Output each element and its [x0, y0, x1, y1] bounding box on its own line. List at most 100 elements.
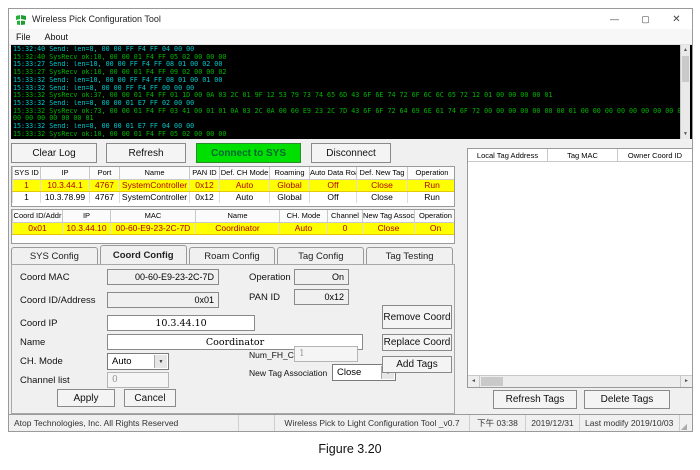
col-header[interactable]: MAC [110, 210, 196, 223]
table-cell: Auto [279, 222, 328, 235]
menu-about[interactable]: About [38, 32, 76, 42]
remove-coord-button[interactable]: Remove Coord [382, 305, 452, 329]
menu-bar: File About [9, 29, 692, 45]
coord-table: Coord ID/Addr IP MAC Name CH. Mode Chann… [11, 209, 455, 244]
coord-id-field[interactable]: 0x01 [107, 292, 219, 308]
apply-button[interactable]: Apply [57, 389, 115, 407]
scroll-left-icon[interactable]: ◄ [468, 376, 480, 387]
scroll-right-icon[interactable]: ► [680, 376, 692, 387]
col-header[interactable]: Port [89, 167, 120, 180]
table-cell: SystemController [119, 191, 190, 203]
log-console[interactable]: 15:32:40 Send: len=8, 00 00 FF F4 FF 04 … [11, 45, 692, 139]
clear-log-button[interactable]: Clear Log [11, 143, 97, 163]
col-header[interactable]: Local Tag Address [468, 149, 548, 161]
scrollbar-thumb[interactable] [682, 56, 689, 82]
table-cell: 0x01 [12, 222, 63, 235]
delete-tags-button[interactable]: Delete Tags [584, 390, 670, 409]
new-tag-association-label: New Tag Association [249, 368, 328, 378]
app-window: Wireless Pick Configuration Tool — ▢ ✕ F… [8, 8, 693, 432]
col-header[interactable]: Tag MAC [548, 149, 618, 161]
col-header[interactable]: IP [62, 210, 111, 223]
scrollbar-thumb[interactable] [481, 377, 503, 386]
app-logo-icon [15, 13, 27, 25]
col-header[interactable]: Name [195, 210, 280, 223]
pan-id-field[interactable]: 0x12 [294, 289, 349, 305]
close-button[interactable]: ✕ [661, 9, 692, 29]
table-cell: Run [407, 191, 454, 203]
operation-field[interactable]: On [294, 269, 349, 285]
log-line: 15:33:27 Send: len=10, 00 00 FF F4 FF 08… [13, 61, 223, 69]
col-header[interactable]: Def. CH Mode [219, 167, 270, 180]
tab-tag-testing[interactable]: Tag Testing [366, 247, 453, 264]
table-row[interactable]: 1 10.3.44.1 4767 SystemController 0x12 A… [12, 179, 454, 192]
col-header[interactable]: PAN ID [189, 167, 220, 180]
table-cell: Global [269, 191, 310, 203]
maximize-button[interactable]: ▢ [630, 9, 661, 29]
table-cell: 10.3.78.99 [40, 191, 90, 203]
chevron-down-icon[interactable]: ▼ [154, 355, 167, 368]
table-cell: SystemController [119, 179, 190, 192]
disconnect-button[interactable]: Disconnect [311, 143, 391, 163]
coord-ip-field[interactable]: 10.3.44.10 [107, 315, 255, 331]
ch-mode-label: CH. Mode [20, 356, 63, 367]
refresh-tags-button[interactable]: Refresh Tags [493, 390, 577, 409]
table-cell: 4767 [89, 179, 120, 192]
table-cell: 1 [12, 179, 41, 192]
col-header[interactable]: New Tag Assoc [362, 210, 415, 223]
coord-mac-field[interactable]: 00-60-E9-23-2C-7D [107, 269, 219, 285]
table-row[interactable]: 1 10.3.78.99 4767 SystemController 0x12 … [12, 191, 454, 203]
new-tag-association-value: Close [337, 367, 362, 378]
col-header[interactable]: SYS ID [12, 167, 41, 180]
ch-mode-value: Auto [112, 356, 132, 367]
scroll-up-icon[interactable]: ▲ [681, 45, 690, 55]
table-row[interactable]: 0x01 10.3.44.10 00-60-E9-23-2C-7D Coordi… [12, 222, 454, 235]
log-line: 15:33:32 SysRecv ok:37, 00 00 01 F4 FF 0… [13, 92, 553, 100]
col-header[interactable]: Auto Data Roam [309, 167, 357, 180]
tab-sys-config[interactable]: SYS Config [11, 247, 98, 264]
num-fh-channels-field[interactable]: 1 [294, 346, 358, 362]
minimize-button[interactable]: — [599, 9, 630, 29]
col-header[interactable]: Operation [407, 167, 454, 180]
table-cell: 10.3.44.1 [40, 179, 90, 192]
tag-list-panel: Local Tag Address Tag MAC Owner Coord ID… [467, 148, 693, 388]
col-header[interactable]: Roaming [269, 167, 310, 180]
scroll-down-icon[interactable]: ▼ [681, 129, 690, 139]
log-line: 15:33:32 Send: len=8, 00 00 01 E7 FF 02 … [13, 99, 195, 107]
col-header[interactable]: Name [119, 167, 190, 180]
table-cell: 0x12 [189, 179, 220, 192]
log-line: 15:33:32 SysRecv ok:10, 00 00 01 F4 FF 0… [13, 130, 227, 138]
col-header[interactable]: Def. New Tag [356, 167, 408, 180]
table-cell: Coordinator [195, 222, 280, 235]
col-header[interactable]: Coord ID/Addr [12, 210, 63, 223]
col-header[interactable]: IP [40, 167, 90, 180]
tab-tag-config[interactable]: Tag Config [277, 247, 365, 264]
add-tags-button[interactable]: Add Tags [382, 356, 452, 373]
log-scrollbar[interactable]: ▲ ▼ [680, 45, 690, 139]
table-cell: Global [269, 179, 310, 192]
status-time: 下午 03:38 [470, 415, 526, 431]
table-cell: Close [356, 179, 408, 192]
col-header[interactable]: Channel [327, 210, 363, 223]
replace-coord-button[interactable]: Replace Coord [382, 334, 452, 351]
refresh-button[interactable]: Refresh [106, 143, 186, 163]
channel-list-label: Channel list [20, 375, 70, 386]
operation-label: Operation [249, 272, 291, 283]
tab-coord-config[interactable]: Coord Config [99, 245, 187, 264]
config-tabs: SYS Config Coord Config Roam Config Tag … [11, 245, 455, 264]
col-header[interactable]: Operation [414, 210, 454, 223]
table-cell: 0x12 [189, 191, 220, 203]
connect-to-sys-button[interactable]: Connect to SYS [196, 143, 301, 163]
tab-roam-config[interactable]: Roam Config [188, 247, 276, 264]
col-header[interactable]: CH. Mode [279, 210, 328, 223]
col-header[interactable]: Owner Coord ID [618, 149, 692, 161]
channel-list-field[interactable]: 0 [107, 372, 169, 388]
menu-file[interactable]: File [9, 32, 38, 42]
cancel-button[interactable]: Cancel [124, 389, 176, 407]
table-cell: Close [362, 222, 415, 235]
tag-list-hscrollbar[interactable]: ◄ ► [468, 375, 692, 387]
resize-grip-icon[interactable]: ◢ [680, 415, 692, 431]
coord-table-header: Coord ID/Addr IP MAC Name CH. Mode Chann… [12, 210, 454, 223]
log-line: 15:33:27 SysRecv ok:10, 00 00 01 F4 FF 0… [13, 69, 227, 77]
ch-mode-dropdown[interactable]: Auto ▼ [107, 353, 169, 370]
table-cell: Run [407, 179, 454, 192]
